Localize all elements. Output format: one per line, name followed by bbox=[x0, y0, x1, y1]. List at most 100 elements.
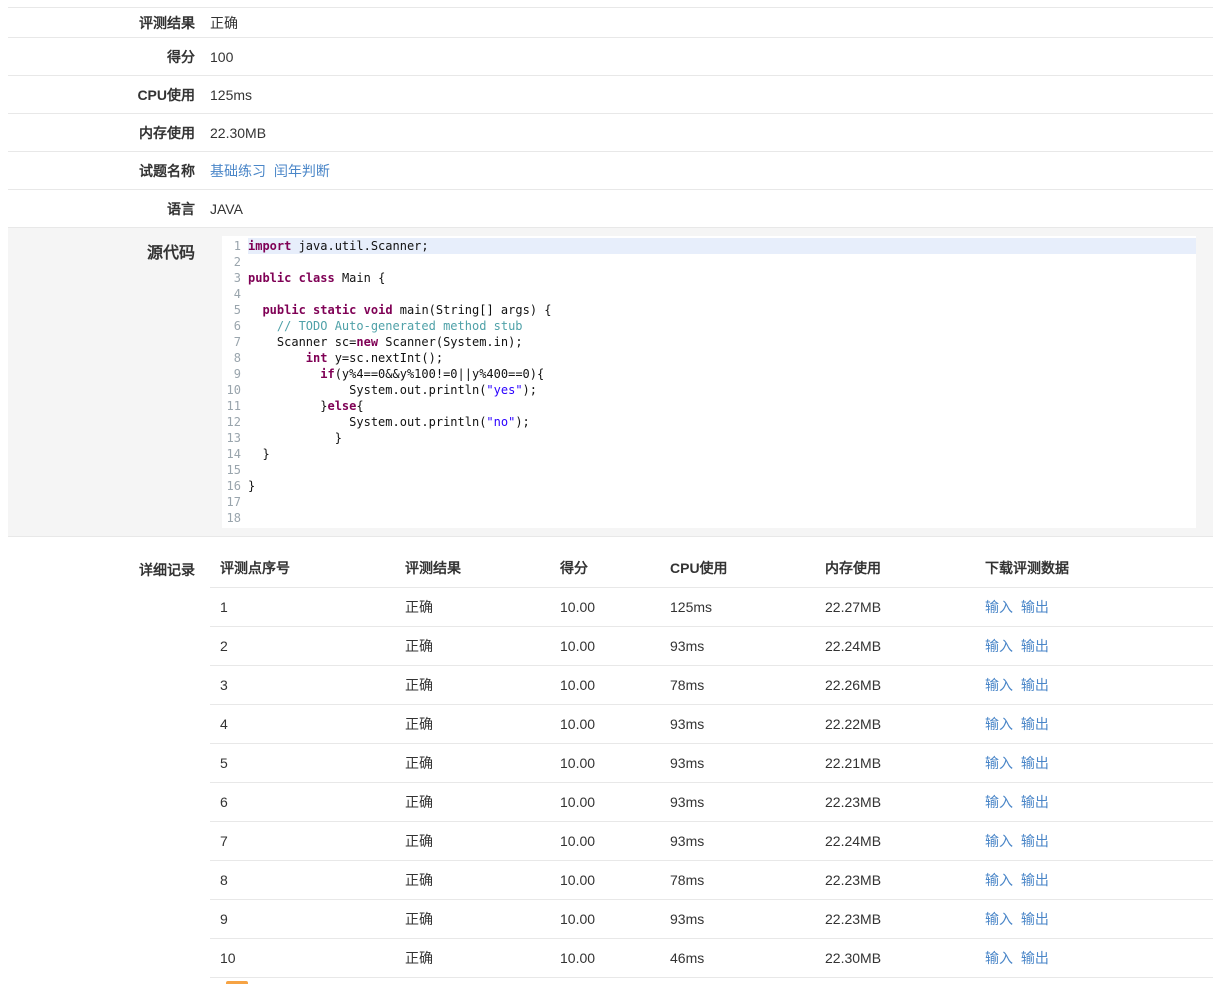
test-score: 10.00 bbox=[550, 794, 660, 810]
records-body: 1 正确 10.00 125ms 22.27MB 输入 输出 2 正确 10.0… bbox=[210, 588, 1213, 978]
test-cpu: 93ms bbox=[660, 755, 815, 771]
test-memory: 22.30MB bbox=[815, 950, 975, 966]
record-row: 10 正确 10.00 46ms 22.30MB 输入 输出 bbox=[210, 939, 1213, 978]
record-row: 1 正确 10.00 125ms 22.27MB 输入 输出 bbox=[210, 588, 1213, 627]
line-number: 16 bbox=[222, 478, 248, 494]
download-output-link[interactable]: 输出 bbox=[1021, 599, 1049, 615]
header-test-result: 评测结果 bbox=[395, 558, 550, 578]
download-input-link[interactable]: 输入 bbox=[985, 833, 1013, 849]
test-result: 正确 bbox=[395, 831, 550, 851]
records-section: 详细记录 评测点序号 评测结果 得分 CPU使用 内存使用 下载评测数据 1 正… bbox=[8, 537, 1213, 978]
test-cpu: 93ms bbox=[660, 833, 815, 849]
download-output-link[interactable]: 输出 bbox=[1021, 911, 1049, 927]
download-input-link[interactable]: 输入 bbox=[985, 911, 1013, 927]
line-number: 3 bbox=[222, 270, 248, 286]
line-number: 17 bbox=[222, 494, 248, 510]
test-index: 7 bbox=[210, 833, 395, 849]
test-index: 8 bbox=[210, 872, 395, 888]
test-downloads: 输入 输出 bbox=[975, 831, 1213, 851]
source-label: 源代码 bbox=[8, 236, 210, 263]
record-row: 3 正确 10.00 78ms 22.26MB 输入 输出 bbox=[210, 666, 1213, 705]
result-value: 正确 bbox=[210, 13, 1213, 33]
record-row: 6 正确 10.00 93ms 22.23MB 输入 输出 bbox=[210, 783, 1213, 822]
code-line: 1import java.util.Scanner; bbox=[222, 238, 1196, 254]
code-line: 5 public static void main(String[] args)… bbox=[222, 302, 1196, 318]
download-output-link[interactable]: 输出 bbox=[1021, 755, 1049, 771]
download-output-link[interactable]: 输出 bbox=[1021, 833, 1049, 849]
records-table: 评测点序号 评测结果 得分 CPU使用 内存使用 下载评测数据 1 正确 10.… bbox=[210, 549, 1213, 978]
kv-row-cpu: CPU使用 125ms bbox=[8, 76, 1213, 114]
test-memory: 22.26MB bbox=[815, 677, 975, 693]
test-downloads: 输入 输出 bbox=[975, 870, 1213, 890]
clipped-top-row bbox=[8, 0, 1213, 8]
test-downloads: 输入 输出 bbox=[975, 597, 1213, 617]
test-score: 10.00 bbox=[550, 599, 660, 615]
download-input-link[interactable]: 输入 bbox=[985, 638, 1013, 654]
language-value: JAVA bbox=[210, 201, 1213, 217]
kv-row-result: 评测结果 正确 bbox=[8, 8, 1213, 38]
test-index: 3 bbox=[210, 677, 395, 693]
kv-row-problem: 试题名称 基础练习 闰年判断 bbox=[8, 152, 1213, 190]
language-label: 语言 bbox=[8, 199, 210, 219]
code-line: 8 int y=sc.nextInt(); bbox=[222, 350, 1196, 366]
line-number: 9 bbox=[222, 366, 248, 382]
download-output-link[interactable]: 输出 bbox=[1021, 638, 1049, 654]
download-output-link[interactable]: 输出 bbox=[1021, 872, 1049, 888]
download-output-link[interactable]: 输出 bbox=[1021, 716, 1049, 732]
source-code-block: 1import java.util.Scanner;23public class… bbox=[222, 236, 1196, 528]
record-row: 2 正确 10.00 93ms 22.24MB 输入 输出 bbox=[210, 627, 1213, 666]
test-score: 10.00 bbox=[550, 716, 660, 732]
line-number: 8 bbox=[222, 350, 248, 366]
line-number: 14 bbox=[222, 446, 248, 462]
code-line: 11 }else{ bbox=[222, 398, 1196, 414]
test-memory: 22.23MB bbox=[815, 872, 975, 888]
download-input-link[interactable]: 输入 bbox=[985, 716, 1013, 732]
download-input-link[interactable]: 输入 bbox=[985, 794, 1013, 810]
score-label: 得分 bbox=[8, 47, 210, 67]
test-index: 5 bbox=[210, 755, 395, 771]
code-line: 4 bbox=[222, 286, 1196, 302]
line-number: 2 bbox=[222, 254, 248, 270]
test-index: 4 bbox=[210, 716, 395, 732]
result-label: 评测结果 bbox=[8, 13, 210, 33]
header-test-memory: 内存使用 bbox=[815, 558, 975, 578]
test-memory: 22.24MB bbox=[815, 833, 975, 849]
test-cpu: 78ms bbox=[660, 677, 815, 693]
code-lines: 1import java.util.Scanner;23public class… bbox=[222, 238, 1196, 526]
download-input-link[interactable]: 输入 bbox=[985, 950, 1013, 966]
problem-set-link[interactable]: 基础练习 bbox=[210, 163, 266, 179]
memory-label: 内存使用 bbox=[8, 123, 210, 143]
download-output-link[interactable]: 输出 bbox=[1021, 677, 1049, 693]
test-score: 10.00 bbox=[550, 950, 660, 966]
download-input-link[interactable]: 输入 bbox=[985, 755, 1013, 771]
download-output-link[interactable]: 输出 bbox=[1021, 794, 1049, 810]
problem-label: 试题名称 bbox=[8, 161, 210, 181]
test-downloads: 输入 输出 bbox=[975, 636, 1213, 656]
test-index: 6 bbox=[210, 794, 395, 810]
line-number: 13 bbox=[222, 430, 248, 446]
test-result: 正确 bbox=[395, 870, 550, 890]
line-number: 18 bbox=[222, 510, 248, 526]
kv-row-source: 源代码 1import java.util.Scanner;23public c… bbox=[8, 228, 1213, 537]
test-result: 正确 bbox=[395, 597, 550, 617]
line-number: 15 bbox=[222, 462, 248, 478]
line-number: 1 bbox=[222, 238, 248, 254]
memory-value: 22.30MB bbox=[210, 125, 1213, 141]
judge-result-page: 评测结果 正确 得分 100 CPU使用 125ms 内存使用 22.30MB … bbox=[0, 0, 1221, 984]
test-memory: 22.27MB bbox=[815, 599, 975, 615]
code-line: 15 bbox=[222, 462, 1196, 478]
download-input-link[interactable]: 输入 bbox=[985, 872, 1013, 888]
code-line: 12 System.out.println("no"); bbox=[222, 414, 1196, 430]
code-line: 18 bbox=[222, 510, 1196, 526]
test-index: 1 bbox=[210, 599, 395, 615]
download-output-link[interactable]: 输出 bbox=[1021, 950, 1049, 966]
code-line: 3public class Main { bbox=[222, 270, 1196, 286]
download-input-link[interactable]: 输入 bbox=[985, 677, 1013, 693]
line-number: 7 bbox=[222, 334, 248, 350]
kv-row-score: 得分 100 bbox=[8, 38, 1213, 76]
test-result: 正确 bbox=[395, 909, 550, 929]
problem-title-link[interactable]: 闰年判断 bbox=[274, 163, 330, 179]
code-line: 7 Scanner sc=new Scanner(System.in); bbox=[222, 334, 1196, 350]
test-result: 正确 bbox=[395, 948, 550, 968]
download-input-link[interactable]: 输入 bbox=[985, 599, 1013, 615]
